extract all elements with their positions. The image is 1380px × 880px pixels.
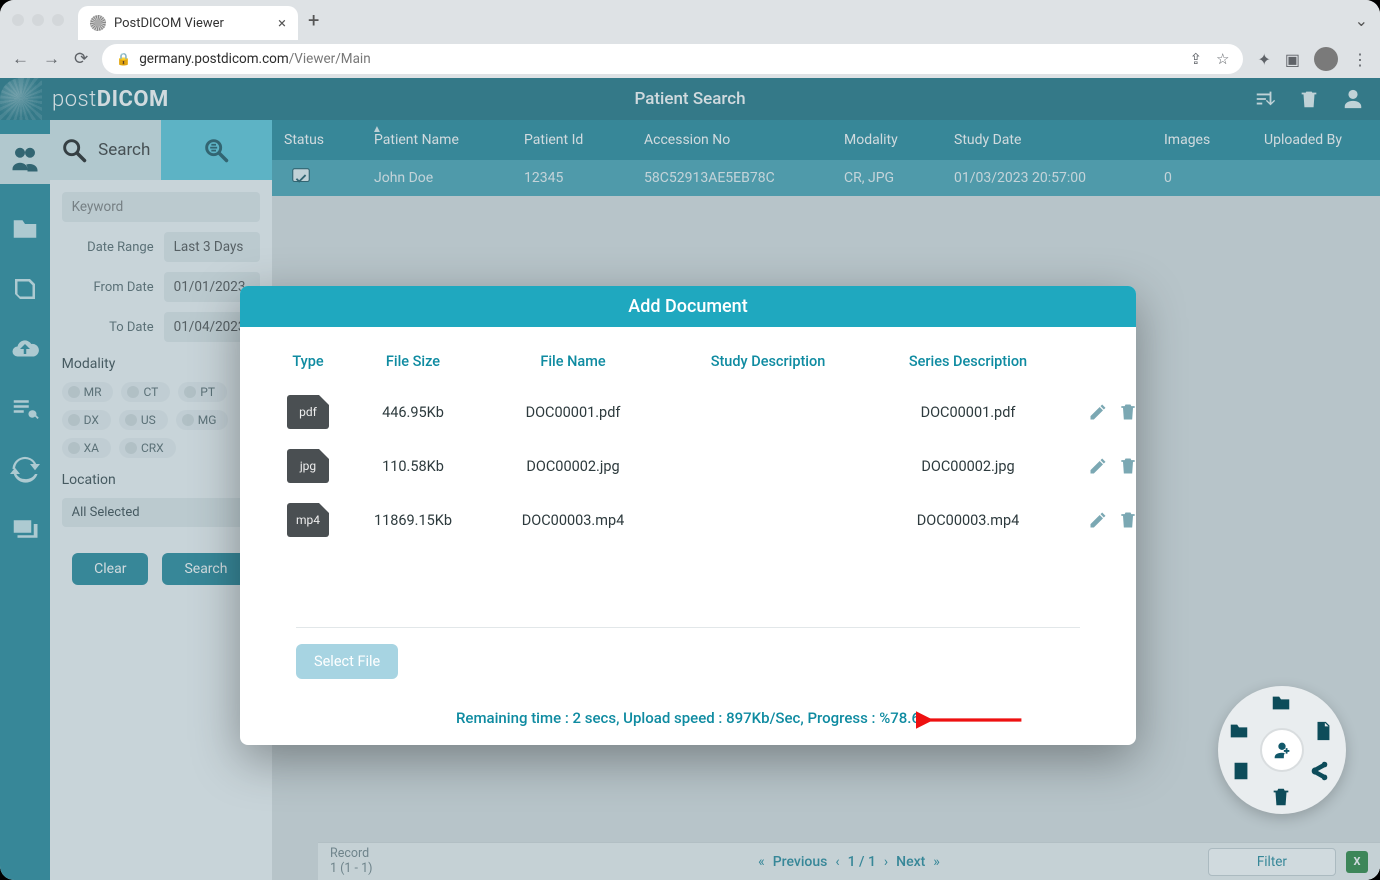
doc-table-header: Type File Size File Name Study Descripti… [268,345,1108,385]
doc-row: mp411869.15KbDOC00003.mp4DOC00003.mp4 [268,493,1108,547]
add-document-modal: Add Document Type File Size File Name St… [240,286,1136,745]
cell-file-size: 110.58Kb [348,458,478,475]
profile-avatar[interactable] [1314,47,1338,71]
tab-favicon [90,15,106,31]
share-icon[interactable]: ⇪ [1189,50,1202,68]
file-type-badge: jpg [287,449,329,483]
radial-folder-icon[interactable] [1270,692,1294,716]
cell-file-name: DOC00001.pdf [478,404,668,421]
forward-button[interactable]: → [43,49,60,69]
radial-report-icon[interactable] [1230,760,1254,784]
back-button[interactable]: ← [12,49,29,69]
browser-toolbar: ← → ⟳ 🔒 germany.postdicom.com/Viewer/Mai… [0,40,1380,78]
doc-row: pdf446.95KbDOC00001.pdfDOC00001.pdf [268,385,1108,439]
close-icon[interactable]: × [278,14,286,32]
dh-size: File Size [348,353,478,370]
radial-center-add-patient[interactable] [1260,728,1304,772]
edit-icon[interactable] [1088,402,1108,422]
reload-button[interactable]: ⟳ [74,49,88,69]
cell-series-desc: DOC00001.pdf [868,404,1068,421]
file-type-badge: mp4 [287,503,329,537]
new-tab-button[interactable]: + [308,8,319,32]
cell-series-desc: DOC00002.jpg [868,458,1068,475]
dh-series-desc: Series Description [868,353,1068,370]
tabs-overflow[interactable]: ⌄ [1355,11,1368,30]
edit-icon[interactable] [1088,456,1108,476]
dh-file-name: File Name [478,353,668,370]
radial-folder-add-icon[interactable] [1228,720,1252,744]
extensions-icon[interactable]: ✦ [1257,50,1270,69]
radial-action-menu[interactable] [1218,686,1346,814]
delete-icon[interactable] [1118,510,1136,530]
url-path: /Viewer/Main [289,51,371,67]
modal-title: Add Document [240,286,1136,327]
panel-icon[interactable]: ▣ [1285,50,1300,69]
radial-document-add-icon[interactable] [1312,720,1336,744]
delete-icon[interactable] [1118,456,1136,476]
cell-file-size: 446.95Kb [348,404,478,421]
cell-series-desc: DOC00003.mp4 [868,512,1068,529]
edit-icon[interactable] [1088,510,1108,530]
delete-icon[interactable] [1118,402,1136,422]
lock-icon: 🔒 [116,52,131,66]
select-file-button[interactable]: Select File [296,644,398,679]
dh-type: Type [268,353,348,370]
annotation-arrow [916,706,1026,738]
tab-title: PostDICOM Viewer [114,16,224,31]
url-host: germany.postdicom.com [139,51,289,67]
browser-tab[interactable]: PostDICOM Viewer × [78,6,298,40]
radial-delete-icon[interactable] [1270,786,1294,810]
dh-study-desc: Study Description [668,353,868,370]
address-bar[interactable]: 🔒 germany.postdicom.com/Viewer/Main ⇪ ☆ [102,44,1243,74]
doc-row: jpg110.58KbDOC00002.jpgDOC00002.jpg [268,439,1108,493]
cell-file-name: DOC00003.mp4 [478,512,668,529]
browser-titlebar: PostDICOM Viewer × + ⌄ [0,0,1380,40]
upload-progress-text: Remaining time : 2 secs, Upload speed : … [240,699,1136,745]
cell-file-size: 11869.15Kb [348,512,478,529]
window-controls[interactable] [12,14,64,26]
radial-share-icon[interactable] [1308,760,1332,784]
cell-file-name: DOC00002.jpg [478,458,668,475]
star-icon[interactable]: ☆ [1216,50,1229,68]
more-icon[interactable]: ⋮ [1352,50,1368,69]
file-type-badge: pdf [287,395,329,429]
